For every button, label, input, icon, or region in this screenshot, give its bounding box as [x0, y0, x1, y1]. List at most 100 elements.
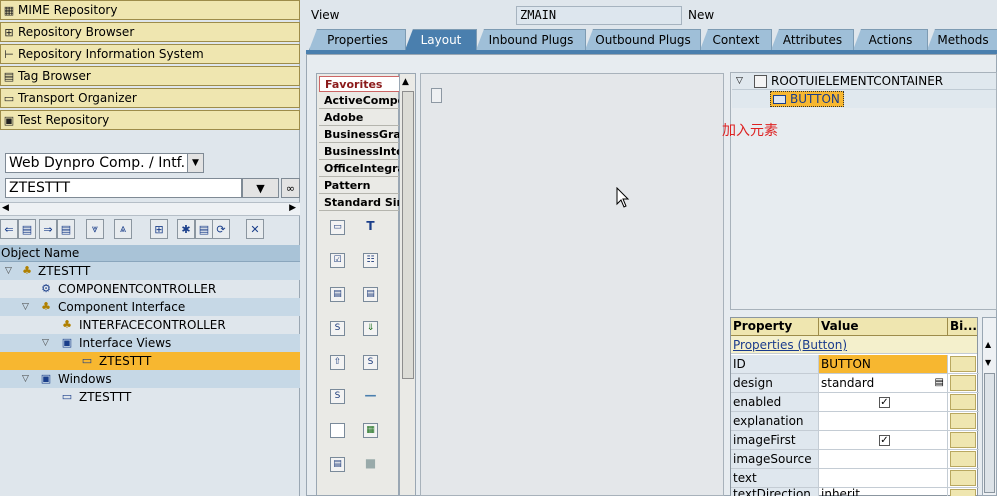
image-element-icon[interactable]: ▦ — [363, 423, 378, 438]
properties-button-link[interactable]: Properties (Button) — [731, 338, 847, 352]
tree-row-interface-views[interactable]: ▽ ▣ Interface Views — [0, 334, 300, 352]
object-name-dropdown-button[interactable]: ▼ — [242, 178, 279, 198]
filter-list-button[interactable]: ▤ — [195, 219, 213, 239]
scroll-down-icon[interactable]: ▼ — [985, 358, 991, 367]
canvas-button-element[interactable] — [431, 88, 442, 103]
property-row-enabled[interactable]: enabled ✓ — [731, 393, 979, 412]
tree-row-componentcontroller[interactable]: ⚙ COMPONENTCONTROLLER — [0, 280, 300, 298]
scroll-up-icon[interactable]: ▲ — [402, 77, 409, 87]
tab-properties[interactable]: Properties — [309, 29, 406, 50]
enabled-checkbox[interactable]: ✓ — [879, 397, 890, 408]
imagefirst-checkbox[interactable]: ✓ — [879, 435, 890, 446]
collapse-button[interactable]: ⩓ — [114, 219, 132, 239]
binding-button[interactable] — [950, 413, 976, 429]
collapse-toggle-icon[interactable]: ▽ — [736, 73, 743, 90]
hierarchy-button[interactable]: ⊞ — [150, 219, 168, 239]
display-button[interactable]: ∞ — [281, 178, 300, 198]
inputfield-element-icon[interactable]: S — [330, 321, 345, 336]
element-tree-row-button[interactable]: BUTTON — [732, 90, 996, 108]
value-help-icon[interactable]: ▤ — [935, 374, 944, 392]
property-row-textdirection[interactable]: textDirection inherit — [731, 488, 979, 496]
palette-scroll-thumb[interactable] — [402, 91, 414, 379]
object-type-select[interactable]: Web Dynpro Comp. / Intf. — [5, 153, 204, 173]
object-name-input[interactable]: ZTESTTT — [5, 178, 242, 198]
property-value[interactable] — [819, 412, 948, 430]
palette-section-businessintelligence[interactable]: BusinessIntelligence — [319, 144, 400, 160]
separator-element-icon[interactable]: — — [363, 389, 378, 404]
label-element-icon[interactable]: S — [363, 355, 378, 370]
tree-row-interfacecontroller[interactable]: ♣ INTERFACECONTROLLER — [0, 316, 300, 334]
tree-row-window-ztesttt[interactable]: ▭ ZTESTTT — [0, 388, 300, 406]
group-element-icon[interactable] — [330, 423, 345, 438]
textview-element-icon[interactable]: T — [363, 220, 378, 235]
binding-button[interactable] — [950, 375, 976, 391]
palette-section-activecomponent[interactable]: ActiveComponent — [319, 93, 400, 109]
layout-canvas[interactable] — [420, 73, 724, 496]
selected-button-node[interactable]: BUTTON — [770, 91, 844, 107]
object-type-dropdown-button[interactable]: ▼ — [187, 154, 203, 172]
refresh-button[interactable]: ⟳ — [212, 219, 230, 239]
checkbox-group-element-icon[interactable]: ☷ — [363, 253, 378, 268]
binding-button[interactable] — [950, 489, 976, 496]
tree-row-windows[interactable]: ▽ ▣ Windows — [0, 370, 300, 388]
dropdown-index-element-icon[interactable]: ▤ — [330, 287, 345, 302]
palette-section-businessgraphics[interactable]: BusinessGraphics — [319, 127, 400, 143]
property-row-imagesource[interactable]: imageSource — [731, 450, 979, 469]
palette-section-pattern[interactable]: Pattern — [319, 178, 400, 194]
tree-row-component[interactable]: ▽ ♣ ZTESTTT — [0, 262, 300, 280]
binding-button[interactable] — [950, 470, 976, 486]
property-value[interactable] — [819, 450, 948, 468]
tab-inbound-plugs[interactable]: Inbound Plugs — [476, 29, 586, 50]
filedownload-element-icon[interactable]: ⇓ — [363, 321, 378, 336]
transparent-container-element-icon[interactable]: ■ — [363, 457, 378, 472]
property-row-imagefirst[interactable]: imageFirst ✓ — [731, 431, 979, 450]
nav-transport-organizer[interactable]: ▭ Transport Organizer — [0, 88, 300, 108]
tab-layout[interactable]: Layout — [405, 29, 477, 50]
property-value[interactable]: BUTTON — [819, 355, 948, 373]
property-row-text[interactable]: text — [731, 469, 979, 488]
element-tree-row-root[interactable]: ▽ ROOTUIELEMENTCONTAINER — [732, 73, 996, 90]
linktoaction-element-icon[interactable]: S — [330, 389, 345, 404]
scroll-left-icon[interactable]: ◀ — [2, 203, 9, 213]
property-row-id[interactable]: ID BUTTON — [731, 355, 979, 374]
collapse-toggle-icon[interactable]: ▽ — [22, 370, 34, 388]
scroll-up-icon[interactable]: ▲ — [985, 340, 991, 349]
nav-test-repository[interactable]: ▣ Test Repository — [0, 110, 300, 130]
property-value[interactable] — [819, 469, 948, 487]
dropdown-key-element-icon[interactable]: ▤ — [363, 287, 378, 302]
tab-methods[interactable]: Methods — [927, 29, 997, 50]
tab-context[interactable]: Context — [700, 29, 772, 50]
property-value-design[interactable]: standard ▤ — [819, 374, 948, 392]
tab-outbound-plugs[interactable]: Outbound Plugs — [585, 29, 701, 50]
back-list-button[interactable]: ▤ — [18, 219, 36, 239]
tab-attributes[interactable]: Attributes — [771, 29, 854, 50]
nav-repository-information-system[interactable]: ⊢ Repository Information System — [0, 44, 300, 64]
tree-row-interface-view-ztesttt[interactable]: ▭ ZTESTTT — [0, 352, 300, 370]
property-row-explanation[interactable]: explanation — [731, 412, 979, 431]
property-row-design[interactable]: design standard ▤ — [731, 374, 979, 393]
property-scroll-thumb[interactable] — [984, 373, 995, 493]
palette-section-standard-simple[interactable]: Standard Simple — [319, 195, 400, 211]
property-value[interactable]: inherit — [819, 488, 948, 496]
forward-button[interactable]: ⇒ — [39, 219, 57, 239]
palette-section-adobe[interactable]: Adobe — [319, 110, 400, 126]
palette-section-officeintegration[interactable]: OfficeIntegration — [319, 161, 400, 177]
nav-repository-browser[interactable]: ⊞ Repository Browser — [0, 22, 300, 42]
fileupload-element-icon[interactable]: ⇧ — [330, 355, 345, 370]
view-name-field[interactable]: ZMAIN — [516, 6, 682, 25]
binding-button[interactable] — [950, 356, 976, 372]
forward-list-button[interactable]: ▤ — [57, 219, 75, 239]
nav-mime-repository[interactable]: ▦ MIME Repository — [0, 0, 300, 20]
palette-scrollbar[interactable]: ▲ — [399, 73, 416, 496]
binding-button[interactable] — [950, 451, 976, 467]
filter-button[interactable]: ✱ — [177, 219, 195, 239]
binding-button[interactable] — [950, 432, 976, 448]
expand-button[interactable]: ⩔ — [86, 219, 104, 239]
close-tree-button[interactable]: ✕ — [246, 219, 264, 239]
textedit-element-icon[interactable]: ▤ — [330, 457, 345, 472]
checkbox-element-icon[interactable]: ☑ — [330, 253, 345, 268]
collapse-toggle-icon[interactable]: ▽ — [42, 334, 54, 352]
palette-section-favorites[interactable]: Favorites — [319, 76, 400, 92]
nav-tag-browser[interactable]: ▤ Tag Browser — [0, 66, 300, 86]
collapse-toggle-icon[interactable]: ▽ — [5, 262, 17, 280]
